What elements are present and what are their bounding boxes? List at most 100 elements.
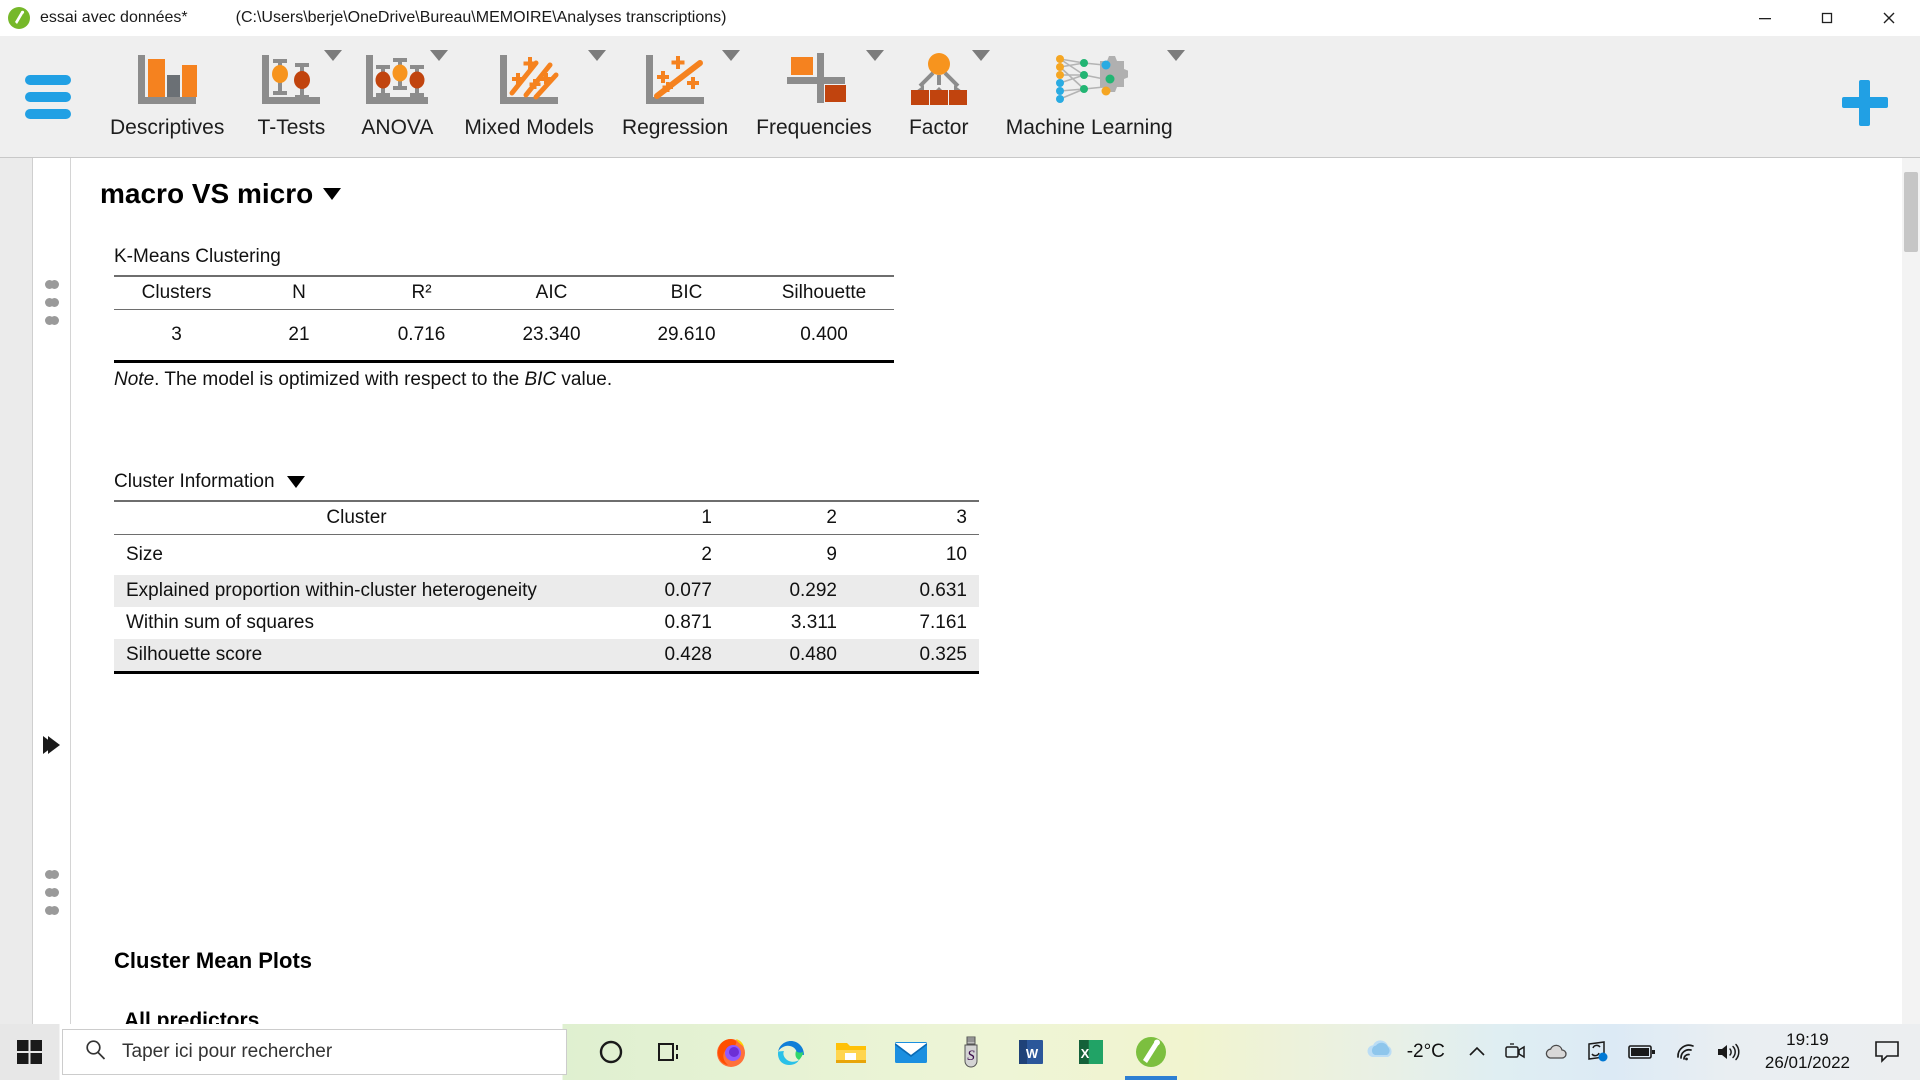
table-cell: 3: [171, 323, 182, 345]
cluster-info-caption-text: Cluster Information: [114, 471, 275, 492]
table-row: 3 21 0.716 23.340 29.610 0.400: [114, 310, 894, 360]
caret-down-icon[interactable]: [323, 188, 342, 200]
hamburger-icon[interactable]: [0, 36, 96, 158]
windows-start-icon[interactable]: [0, 1024, 60, 1080]
regression-icon: [636, 50, 714, 108]
ribbon-item-t-tests[interactable]: T-Tests: [238, 36, 344, 158]
cluster-info-table-block: Cluster Information Cluster 1 2 3 Size 2…: [114, 471, 979, 674]
microsoft-edge-icon[interactable]: [761, 1024, 821, 1080]
wifi-icon[interactable]: [1665, 1042, 1707, 1062]
ribbon-item-factor[interactable]: Factor: [886, 36, 992, 158]
scrollbar-thumb[interactable]: [1904, 172, 1918, 252]
file-explorer-icon[interactable]: [821, 1024, 881, 1080]
ribbon-label: Frequencies: [756, 116, 872, 139]
splitter-grip[interactable]: [50, 870, 59, 915]
ribbon-item-machine-learning[interactable]: Machine Learning: [992, 36, 1187, 158]
volume-icon[interactable]: [1707, 1042, 1751, 1062]
factor-icon: [900, 50, 978, 108]
machine-learning-icon: [1050, 50, 1129, 108]
ribbon-toolbar: Descriptives T-Tests ANOVA Mixed Models …: [0, 36, 1920, 158]
sync-icon[interactable]: [1577, 1041, 1619, 1063]
table-cell: 0.077: [664, 579, 712, 601]
ribbon-label: ANOVA: [361, 116, 434, 139]
table-cell: 0.871: [664, 611, 712, 633]
onedrive-icon[interactable]: [1535, 1043, 1577, 1061]
row-label: Explained proportion within-cluster hete…: [126, 579, 537, 601]
ribbon-item-regression[interactable]: Regression: [608, 36, 742, 158]
ribbon-item-anova[interactable]: ANOVA: [344, 36, 450, 158]
cortana-icon[interactable]: [581, 1024, 641, 1080]
taskbar-clock[interactable]: 19:19 26/01/2022: [1751, 1029, 1864, 1075]
table-cell: 0.631: [919, 579, 967, 601]
jasp-icon[interactable]: [1121, 1024, 1181, 1080]
search-placeholder: Taper ici pour rechercher: [122, 1041, 333, 1062]
column-header: R²: [359, 275, 484, 310]
microsoft-word-icon[interactable]: W: [1001, 1024, 1061, 1080]
minimize-button[interactable]: [1734, 0, 1796, 36]
results-scrollbar[interactable]: [1902, 158, 1920, 1030]
column-header: Clusters: [114, 275, 239, 310]
column-header: AIC: [484, 275, 619, 310]
kmeans-table-caption: K-Means Clustering: [114, 246, 281, 267]
firefox-icon[interactable]: [701, 1024, 761, 1080]
chevron-down-icon[interactable]: [430, 50, 449, 61]
table-cell: 7.161: [919, 611, 967, 633]
search-icon: [85, 1039, 106, 1065]
ribbon-label: Regression: [621, 116, 729, 139]
data-panel-collapsed[interactable]: [0, 158, 33, 1030]
mail-icon[interactable]: [881, 1024, 941, 1080]
caret-down-icon[interactable]: [286, 476, 305, 488]
maximize-button[interactable]: [1796, 0, 1858, 36]
table-row: Silhouette score 0.428 0.480 0.325: [114, 638, 979, 671]
jasp-logo-icon: [8, 6, 30, 29]
error-bars-icon: [252, 50, 330, 108]
note-prefix: Note: [114, 368, 155, 390]
table-cell: 23.340: [522, 323, 581, 345]
svg-text:S: S: [967, 1048, 975, 1064]
search-input[interactable]: Taper ici pour rechercher: [62, 1029, 567, 1075]
analysis-title[interactable]: macro VS micro: [100, 178, 342, 210]
task-view-icon[interactable]: [641, 1024, 701, 1080]
document-path: (C:\Users\berje\OneDrive\Bureau\MEMOIRE\…: [235, 8, 727, 26]
cluster-info-caption[interactable]: Cluster Information: [114, 471, 979, 493]
analysis-title-text: macro VS micro: [100, 178, 314, 209]
row-label: Within sum of squares: [126, 611, 314, 633]
chevron-down-icon[interactable]: [722, 50, 741, 61]
chevron-down-icon[interactable]: [971, 50, 990, 61]
table-cell: 29.610: [657, 323, 716, 345]
cluster-mean-plots-heading: Cluster Mean Plots: [114, 948, 313, 973]
column-header: BIC: [619, 275, 754, 310]
notification-icon[interactable]: [1864, 1040, 1914, 1064]
camera-icon[interactable]: [1495, 1042, 1535, 1062]
svg-text:X: X: [1081, 1046, 1090, 1061]
table-cell: 0.292: [789, 579, 837, 601]
table-bottom-rule: [114, 359, 894, 363]
jasp-window: essai avec données* (C:\Users\berje\OneD…: [0, 0, 1920, 1080]
chevron-down-icon[interactable]: [324, 50, 343, 61]
chevron-down-icon[interactable]: [587, 50, 606, 61]
battery-icon[interactable]: [1619, 1044, 1665, 1060]
app-s-icon[interactable]: S: [941, 1024, 1001, 1080]
splitter-grip[interactable]: [50, 280, 59, 325]
microsoft-excel-icon[interactable]: X: [1061, 1024, 1121, 1080]
column-header: Cluster: [114, 500, 599, 535]
weather-widget[interactable]: -2°C: [1349, 1038, 1459, 1067]
ribbon-item-mixed-models[interactable]: Mixed Models: [450, 36, 608, 158]
ribbon-item-descriptives[interactable]: Descriptives: [96, 36, 238, 158]
system-tray: -2°C 19:19 26/01/2022: [1349, 1024, 1920, 1080]
chevron-down-icon[interactable]: [865, 50, 884, 61]
table-cell: 0.325: [919, 643, 967, 665]
svg-text:W: W: [1026, 1046, 1039, 1061]
taskbar-pinned-apps: S W X: [581, 1024, 1181, 1080]
plus-icon[interactable]: [1842, 80, 1888, 126]
ribbon-item-frequencies[interactable]: Frequencies: [742, 36, 886, 158]
note-text: . The model is optimized with respect to…: [154, 368, 525, 390]
table-cell: 0.400: [800, 323, 848, 345]
note-italic: BIC: [524, 368, 557, 390]
chevron-up-icon[interactable]: [1459, 1045, 1495, 1059]
table-bottom-rule: [114, 670, 979, 674]
chevron-down-icon[interactable]: [1166, 50, 1185, 61]
close-button[interactable]: [1858, 0, 1920, 36]
expand-panel-icon[interactable]: [48, 736, 60, 754]
temperature-label: -2°C: [1406, 1041, 1445, 1062]
